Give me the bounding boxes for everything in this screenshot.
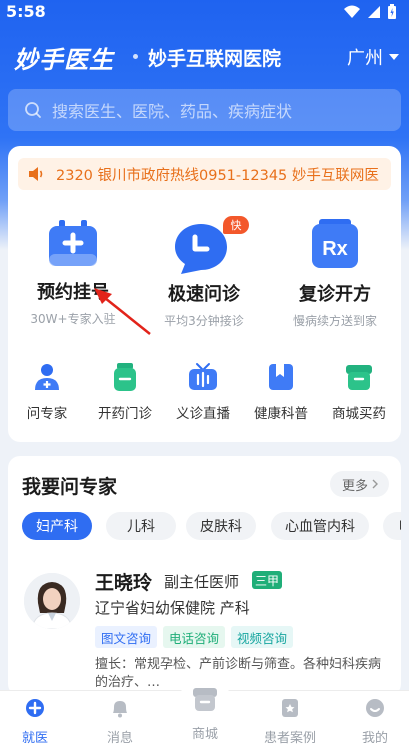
service-label: 健康科普 — [254, 406, 308, 422]
hospital-name: 妙手互联网医院 — [148, 48, 282, 70]
city-selector[interactable]: 广州 — [347, 44, 399, 70]
chevron-down-icon — [389, 54, 399, 60]
home-medical-icon — [26, 699, 44, 717]
service-sub: 慢病续方送到家 — [292, 314, 377, 328]
service-label: 商城买药 — [332, 406, 386, 422]
doctor-skill: 擅长：常规孕检、产前诊断与筛查。各种妇科疾病的治疗、… — [95, 657, 382, 690]
svg-text:Rx: Rx — [322, 238, 348, 260]
search-placeholder: 搜索医生、医院、药品、疾病症状 — [52, 102, 293, 121]
top-bar: 妙手医生 妙手互联网医院 广州 — [0, 34, 409, 78]
city-label: 广州 — [347, 48, 383, 69]
tag-video-consult[interactable]: 视频咨询 — [231, 626, 294, 648]
chevron-right-icon — [372, 479, 378, 489]
doctor-hospital: 辽宁省妇幼保健院 产科 — [95, 599, 250, 617]
doctor-icon — [35, 364, 59, 390]
tab-medical[interactable]: 就医 — [0, 697, 76, 746]
service-medicine-clinic[interactable]: 开药门诊 — [86, 362, 164, 422]
service-label: 义诊直播 — [176, 406, 230, 422]
doctor-portrait-icon — [24, 573, 80, 629]
tag-phone-consult[interactable]: 电话咨询 — [163, 626, 226, 648]
consult-tags: 图文咨询 电话咨询 视频咨询 — [95, 626, 294, 648]
bell-icon — [113, 701, 127, 718]
search-icon — [25, 102, 41, 118]
tab-label: 我的 — [361, 731, 388, 746]
more-button[interactable]: 更多 — [329, 471, 389, 497]
service-label: 开药门诊 — [98, 406, 152, 422]
signal-icon — [368, 6, 380, 18]
tab-label: 商城 — [191, 727, 218, 742]
fast-badge: 快 — [223, 216, 249, 234]
notice-text: 2320 银川市政府热线0951-12345 妙手互联网医 — [56, 167, 379, 184]
speaker-icon — [29, 167, 43, 181]
chat-clock-icon — [175, 224, 227, 274]
user-face-icon — [366, 699, 384, 717]
service-health-science[interactable]: 健康科普 — [242, 362, 320, 422]
rx-icon: Rx — [312, 219, 358, 268]
brand-logo: 妙手医生 — [14, 46, 114, 74]
annotation-arrow-icon — [94, 288, 151, 335]
tab-cardiology[interactable]: 心血管内科 — [271, 512, 369, 540]
wifi-icon — [344, 5, 360, 18]
calendar-plus-icon — [49, 220, 97, 266]
service-label: 复诊开方 — [299, 284, 371, 305]
service-shop-medicine[interactable]: 商城买药 — [320, 362, 398, 422]
more-label: 更多 — [341, 478, 368, 494]
shop-box-icon — [346, 365, 372, 390]
tab-pediatrics[interactable]: 儿科 — [106, 512, 176, 540]
service-repeat-prescription[interactable]: Rx 复诊开方 慢病续方送到家 — [270, 218, 400, 329]
mall-icon-bubble[interactable] — [180, 674, 230, 724]
services-card: 2320 银川市政府热线0951-12345 妙手互联网医 预约挂号 30W+专… — [8, 146, 401, 442]
live-tv-icon — [189, 363, 217, 390]
tag-text-consult[interactable]: 图文咨询 — [95, 626, 158, 648]
search-bar[interactable]: 搜索医生、医院、药品、疾病症状 — [8, 89, 401, 131]
battery-icon — [388, 4, 396, 19]
service-label: 问专家 — [26, 406, 68, 422]
service-free-clinic-live[interactable]: 义诊直播 — [164, 362, 242, 422]
bookmark-icon — [269, 364, 293, 390]
status-time: 5:58 — [6, 2, 46, 21]
tab-obstetrics[interactable]: 妇产科 — [22, 512, 92, 540]
tab-label: 就医 — [21, 731, 48, 746]
hospital-level-badge: 三甲 — [252, 571, 283, 589]
notice-bar[interactable]: 2320 银川市政府热线0951-12345 妙手互联网医 — [18, 158, 391, 190]
tab-messages[interactable]: 消息 — [79, 697, 161, 746]
tab-dermatology[interactable]: 皮肤科 — [186, 512, 256, 540]
service-ask-expert[interactable]: 问专家 — [8, 362, 86, 422]
tab-patient-cases[interactable]: 患者案例 — [249, 697, 331, 746]
doctor-title: 副主任医师 — [164, 573, 240, 591]
department-tabs: 妇产科 儿科 皮肤科 心血管内科 呼 — [22, 512, 401, 540]
tab-mine[interactable]: 我的 — [334, 697, 409, 746]
brand-divider-dot — [133, 54, 138, 59]
case-badge-icon — [282, 699, 298, 717]
expert-card: 我要问专家 更多 妇产科 儿科 皮肤科 心血管内科 呼 王晓玲 副主任医师 三甲… — [8, 456, 401, 696]
tab-label: 消息 — [106, 731, 133, 746]
tab-respiratory[interactable]: 呼 — [383, 512, 401, 540]
avatar[interactable] — [24, 573, 80, 629]
store-icon — [193, 688, 217, 711]
doctor-name[interactable]: 王晓玲 — [95, 568, 152, 595]
status-bar: 5:58 — [0, 0, 409, 24]
section-title: 我要问专家 — [22, 476, 118, 498]
medicine-bottle-icon — [114, 363, 136, 391]
tab-label: 患者案例 — [263, 731, 316, 746]
